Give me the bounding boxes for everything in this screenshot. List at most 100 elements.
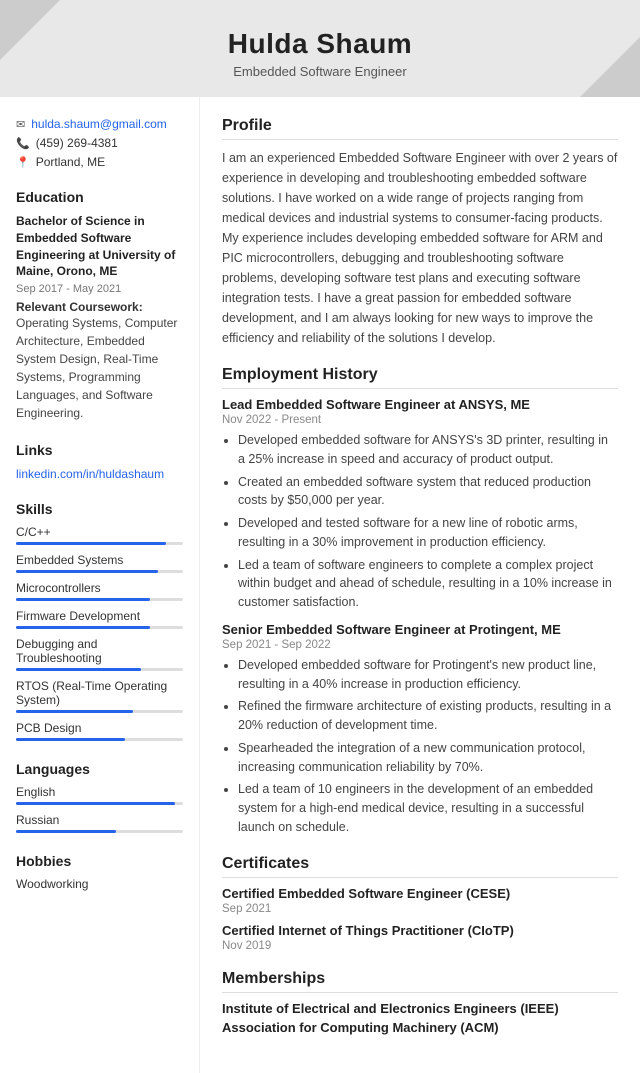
main-content: Profile I am an experienced Embedded Sof… — [200, 97, 640, 1073]
employment-section-title: Employment History — [222, 366, 618, 389]
skill-bar-fill — [16, 738, 125, 741]
skill-item: Debugging and Troubleshooting — [16, 637, 183, 671]
skill-bar-bg — [16, 542, 183, 545]
phone-value: (459) 269-4381 — [36, 136, 118, 150]
skill-bar-bg — [16, 626, 183, 629]
skill-bar-bg — [16, 668, 183, 671]
contact-section: ✉ hulda.shaum@gmail.com 📞 (459) 269-4381… — [16, 117, 183, 169]
skill-name: Debugging and Troubleshooting — [16, 637, 183, 665]
cert-name: Certified Embedded Software Engineer (CE… — [222, 886, 618, 901]
skill-name: Microcontrollers — [16, 581, 183, 595]
memberships-section-title: Memberships — [222, 970, 618, 993]
skill-bar-fill — [16, 710, 133, 713]
links-section: Links linkedin.com/in/huldashaum — [16, 442, 183, 481]
cert-item: Certified Embedded Software Engineer (CE… — [222, 886, 618, 915]
phone-icon: 📞 — [16, 137, 30, 150]
language-bar-fill — [16, 830, 116, 833]
job-item: Senior Embedded Software Engineer at Pro… — [222, 622, 618, 837]
body-layout: ✉ hulda.shaum@gmail.com 📞 (459) 269-4381… — [0, 97, 640, 1073]
candidate-name: Hulda Shaum — [20, 28, 620, 60]
skill-name: Embedded Systems — [16, 553, 183, 567]
employment-section: Employment History Lead Embedded Softwar… — [222, 366, 618, 837]
cert-item: Certified Internet of Things Practitione… — [222, 923, 618, 952]
certificates-section-title: Certificates — [222, 855, 618, 878]
skill-name: Firmware Development — [16, 609, 183, 623]
job-bullet: Spearheaded the integration of a new com… — [238, 739, 618, 777]
cert-name: Certified Internet of Things Practitione… — [222, 923, 618, 938]
location-item: 📍 Portland, ME — [16, 155, 183, 169]
language-name: Russian — [16, 813, 183, 827]
skill-bar-fill — [16, 626, 150, 629]
skills-title: Skills — [16, 501, 183, 517]
job-bullet: Developed embedded software for ANSYS's … — [238, 431, 618, 469]
location-value: Portland, ME — [36, 155, 105, 169]
linkedin-item: linkedin.com/in/huldashaum — [16, 466, 183, 481]
language-item: English — [16, 785, 183, 805]
linkedin-link[interactable]: linkedin.com/in/huldashaum — [16, 467, 164, 481]
phone-item: 📞 (459) 269-4381 — [16, 136, 183, 150]
language-bar-bg — [16, 802, 183, 805]
jobs-list: Lead Embedded Software Engineer at ANSYS… — [222, 397, 618, 837]
resume-header: Hulda Shaum Embedded Software Engineer — [0, 0, 640, 97]
coursework-label: Relevant Coursework: — [16, 300, 183, 314]
skill-name: C/C++ — [16, 525, 183, 539]
languages-list: English Russian — [16, 785, 183, 833]
skill-bar-fill — [16, 542, 166, 545]
job-title: Lead Embedded Software Engineer at ANSYS… — [222, 397, 618, 412]
profile-section-title: Profile — [222, 117, 618, 140]
skill-item: Embedded Systems — [16, 553, 183, 573]
skill-bar-fill — [16, 668, 141, 671]
job-title: Senior Embedded Software Engineer at Pro… — [222, 622, 618, 637]
job-bullet: Created an embedded software system that… — [238, 473, 618, 511]
skill-bar-fill — [16, 570, 158, 573]
skill-name: RTOS (Real-Time Operating System) — [16, 679, 183, 707]
skill-item: RTOS (Real-Time Operating System) — [16, 679, 183, 713]
sidebar: ✉ hulda.shaum@gmail.com 📞 (459) 269-4381… — [0, 97, 200, 1073]
skill-name: PCB Design — [16, 721, 183, 735]
cert-date: Sep 2021 — [222, 903, 618, 915]
hobby-item: Woodworking — [16, 877, 183, 891]
profile-section: Profile I am an experienced Embedded Sof… — [222, 117, 618, 348]
email-link[interactable]: hulda.shaum@gmail.com — [31, 117, 167, 131]
skill-item: Firmware Development — [16, 609, 183, 629]
language-bar-fill — [16, 802, 175, 805]
location-icon: 📍 — [16, 156, 30, 169]
hobbies-title: Hobbies — [16, 853, 183, 869]
skill-bar-bg — [16, 598, 183, 601]
job-bullet: Led a team of 10 engineers in the develo… — [238, 780, 618, 836]
coursework-text: Operating Systems, Computer Architecture… — [16, 314, 183, 422]
job-bullet: Developed and tested software for a new … — [238, 514, 618, 552]
membership-item: Association for Computing Machinery (ACM… — [222, 1020, 618, 1035]
hobbies-section: Hobbies Woodworking — [16, 853, 183, 891]
job-bullet: Led a team of software engineers to comp… — [238, 556, 618, 612]
job-date: Nov 2022 - Present — [222, 414, 618, 426]
skill-item: C/C++ — [16, 525, 183, 545]
memberships-list: Institute of Electrical and Electronics … — [222, 1001, 618, 1035]
languages-section: Languages English Russian — [16, 761, 183, 833]
skill-item: Microcontrollers — [16, 581, 183, 601]
language-bar-bg — [16, 830, 183, 833]
job-bullet: Refined the firmware architecture of exi… — [238, 697, 618, 735]
candidate-title: Embedded Software Engineer — [20, 64, 620, 79]
skill-bar-bg — [16, 710, 183, 713]
job-date: Sep 2021 - Sep 2022 — [222, 639, 618, 651]
language-item: Russian — [16, 813, 183, 833]
certificates-section: Certificates Certified Embedded Software… — [222, 855, 618, 952]
hobbies-list: Woodworking — [16, 877, 183, 891]
skill-bar-bg — [16, 570, 183, 573]
skills-section: Skills C/C++ Embedded Systems Microcontr… — [16, 501, 183, 741]
email-item: ✉ hulda.shaum@gmail.com — [16, 117, 183, 131]
job-bullets: Developed embedded software for ANSYS's … — [222, 431, 618, 612]
skills-list: C/C++ Embedded Systems Microcontrollers … — [16, 525, 183, 741]
cert-date: Nov 2019 — [222, 940, 618, 952]
job-item: Lead Embedded Software Engineer at ANSYS… — [222, 397, 618, 612]
skill-item: PCB Design — [16, 721, 183, 741]
education-title: Education — [16, 189, 183, 205]
job-bullets: Developed embedded software for Protinge… — [222, 656, 618, 837]
job-bullet: Developed embedded software for Protinge… — [238, 656, 618, 694]
email-icon: ✉ — [16, 118, 25, 131]
membership-item: Institute of Electrical and Electronics … — [222, 1001, 618, 1016]
profile-text: I am an experienced Embedded Software En… — [222, 148, 618, 348]
skill-bar-bg — [16, 738, 183, 741]
links-title: Links — [16, 442, 183, 458]
